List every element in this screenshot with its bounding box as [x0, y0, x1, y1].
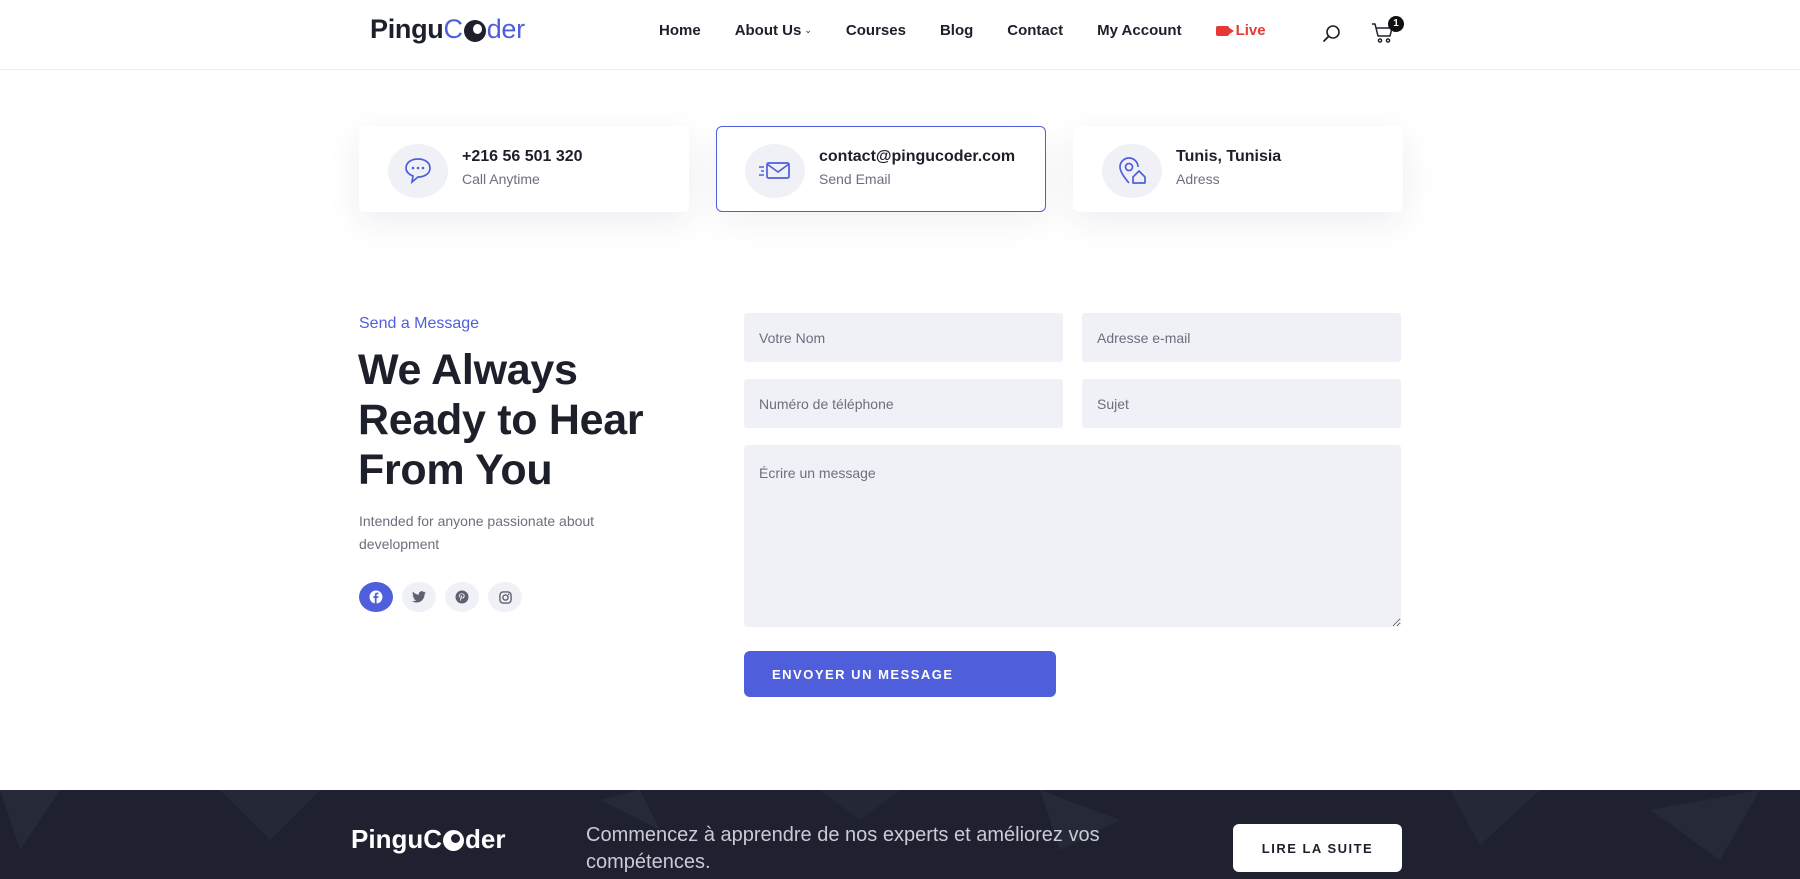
- nav-live[interactable]: Live: [1215, 22, 1266, 39]
- footer-tagline: Commencez à apprendre de nos experts et …: [586, 824, 1100, 873]
- read-more-button[interactable]: LIRE LA SUITE: [1233, 824, 1402, 872]
- section-description: Intended for anyone passionate about dev…: [359, 513, 595, 552]
- nav-about-us[interactable]: About Us ⌄: [735, 22, 812, 39]
- logo-text-1: Pingu: [370, 14, 444, 44]
- facebook-icon[interactable]: [359, 582, 393, 612]
- chat-bubble-icon: [388, 144, 448, 198]
- nav-home[interactable]: Home: [659, 22, 701, 39]
- chevron-down-icon: ⌄: [804, 25, 812, 35]
- send-message-button[interactable]: ENVOYER UN MESSAGE: [744, 651, 1056, 697]
- email-caption: Send Email: [819, 171, 891, 187]
- email-address[interactable]: contact@pingucoder.com: [819, 148, 1015, 166]
- site-header: Pingu C der Home About Us ⌄ Courses Blog…: [0, 0, 1800, 70]
- nav-contact[interactable]: Contact: [1007, 22, 1063, 39]
- footer-logo-text-2: C: [423, 824, 442, 854]
- video-camera-icon: [1215, 25, 1234, 36]
- logo-text-2: C: [443, 14, 464, 44]
- name-input[interactable]: [744, 313, 1063, 362]
- footer-cta: Pingu C der Commencez à apprendre de nos…: [0, 790, 1800, 879]
- footer-logo-text-1: Pingu: [351, 824, 424, 854]
- contact-card-phone: +216 56 501 320 Call Anytime: [359, 126, 689, 212]
- email-input[interactable]: [1082, 313, 1401, 362]
- nav-blog[interactable]: Blog: [940, 22, 973, 39]
- instagram-icon[interactable]: [488, 582, 522, 612]
- address-caption: Adress: [1176, 171, 1220, 187]
- footer-logo[interactable]: Pingu C der: [351, 824, 505, 855]
- nav-my-account[interactable]: My Account: [1097, 22, 1181, 39]
- phone-caption: Call Anytime: [462, 171, 540, 187]
- section-headline: We Always Ready to Hear From You: [358, 346, 644, 494]
- location-home-icon: [1102, 144, 1162, 198]
- contact-card-email: contact@pingucoder.com Send Email: [716, 126, 1046, 212]
- phone-number[interactable]: +216 56 501 320: [462, 148, 583, 166]
- nav-courses[interactable]: Courses: [846, 22, 906, 39]
- twitter-icon[interactable]: [402, 582, 436, 612]
- message-textarea[interactable]: [744, 445, 1401, 627]
- contact-card-address: Tunis, Tunisia Adress: [1073, 126, 1403, 212]
- pinterest-icon[interactable]: [445, 582, 479, 612]
- subject-input[interactable]: [1082, 379, 1401, 428]
- nav-about-us-label: About Us: [734, 22, 802, 39]
- penguin-logo-icon: [463, 19, 486, 42]
- envelope-icon: [745, 144, 805, 198]
- phone-input[interactable]: [744, 379, 1063, 428]
- search-icon[interactable]: [1322, 24, 1342, 44]
- logo-text-3: der: [486, 14, 525, 44]
- cart-count-badge: 1: [1388, 16, 1404, 32]
- nav-live-label: Live: [1235, 22, 1266, 39]
- main-nav: Home About Us ⌄ Courses Blog Contact My …: [659, 22, 1300, 39]
- address-city: Tunis, Tunisia: [1176, 148, 1282, 165]
- site-logo[interactable]: Pingu C der: [370, 14, 525, 45]
- footer-logo-text-3: der: [465, 824, 506, 854]
- penguin-logo-icon: [443, 830, 464, 851]
- social-links: [359, 582, 522, 612]
- section-eyebrow: Send a Message: [359, 315, 480, 332]
